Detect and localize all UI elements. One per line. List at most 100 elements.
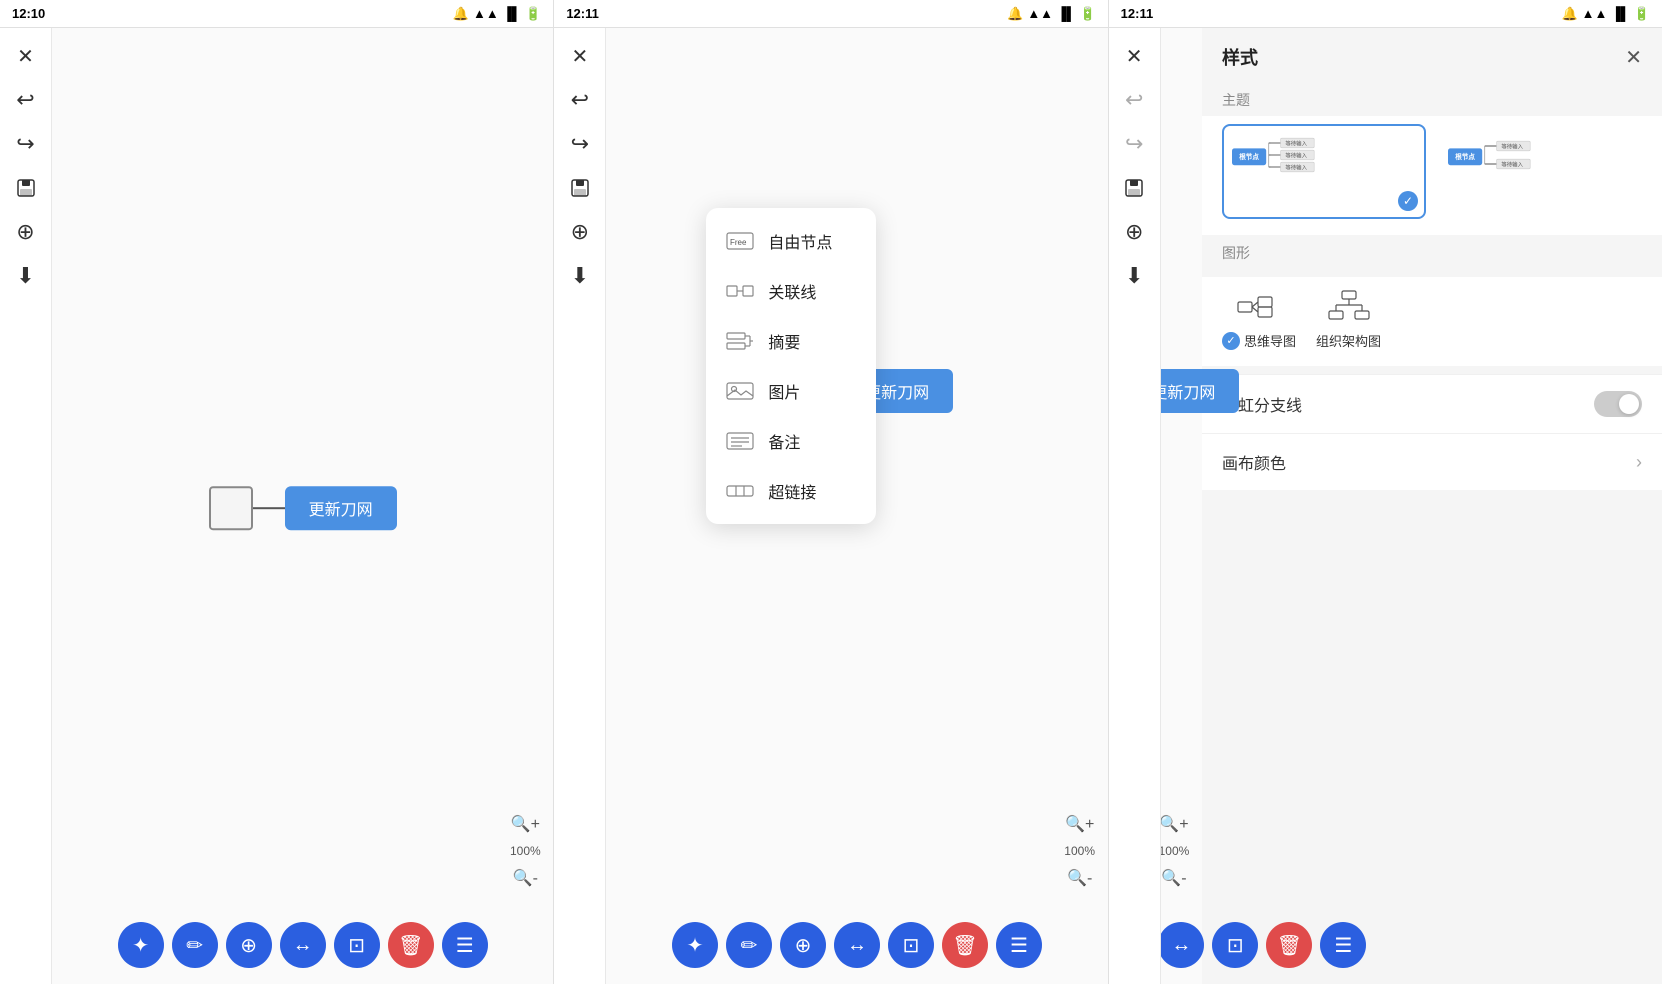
tool-btn-add-1[interactable]: ⊕ [226,922,272,968]
toggle-knob [1619,394,1639,414]
tool-btn-menu-3[interactable]: ☰ [1320,922,1366,968]
canvas-color-arrow-icon: › [1636,452,1642,473]
wifi-icon-2: ▲▲ [1027,6,1053,21]
note-label: 备注 [768,429,800,453]
zoom-pct-3: 100% [1159,844,1190,858]
signal-icon-3: ▐▌ [1611,6,1629,21]
style-panel-title: 样式 [1222,44,1258,70]
canvas-2[interactable]: 更新刀网 Free 自由节点 关联线 [606,28,1107,984]
redo-button-1[interactable]: ↪ [6,124,46,164]
link-icon [726,281,754,301]
mindmap-check: ✓ [1222,332,1240,350]
node-square-1[interactable] [209,486,253,530]
undo-button-1[interactable]: ↩ [6,80,46,120]
theme-row: 根节点 等待输入 等待输入 [1202,116,1662,235]
theme-check-1: ✓ [1398,191,1418,211]
wifi-icon-3: ▲▲ [1582,6,1608,21]
svg-text:等待输入: 等待输入 [1501,142,1523,150]
tool-btn-menu-1[interactable]: ☰ [442,922,488,968]
style-panel-close-button[interactable]: ✕ [1625,45,1642,70]
tool-btn-delete-2[interactable]: 🗑 [942,922,988,968]
status-bars: 12:10 🔔 ▲▲ ▐▌ 🔋 12:11 🔔 ▲▲ ▐▌ 🔋 12:11 🔔 … [0,0,1662,28]
tool-btn-edit-1[interactable]: ✏ [172,922,218,968]
save-button-3[interactable] [1114,168,1154,208]
tool-btn-select-1[interactable]: ⊡ [334,922,380,968]
tool-btn-delete-1[interactable]: 🗑 [388,922,434,968]
shape-option-org[interactable]: 组织架构图 [1316,289,1381,350]
zoom-in-3[interactable]: 🔍+ [1158,808,1190,840]
connector-line-1 [253,507,285,509]
download-button-1[interactable]: ⬇ [6,256,46,296]
bottom-toolbar-2: ✦ ✏ ⊕ ↔ ⊡ 🗑 ☰ [672,922,1042,968]
shape-section: ✓ 思维导图 [1202,277,1662,366]
notification-icon-2: 🔔 [1007,6,1023,22]
add-button-1[interactable]: ⊕ [6,212,46,252]
status-bar-2: 12:11 🔔 ▲▲ ▐▌ 🔋 [554,0,1107,28]
download-button-2[interactable]: ⬇ [560,256,600,296]
menu-item-hyperlink[interactable]: 超链接 [706,466,876,516]
note-icon [726,431,754,451]
menu-item-link[interactable]: 关联线 [706,266,876,316]
canvas-3[interactable]: 更新刀网 🔍+ 100% 🔍- ✦ ✏ ⊕ ↔ ⊡ 🗑 ☰ [1161,28,1202,984]
theme-card-1[interactable]: 根节点 等待输入 等待输入 [1222,124,1426,219]
menu-item-image[interactable]: 图片 [706,366,876,416]
menu-item-free-node[interactable]: Free 自由节点 [706,216,876,266]
redo-button-3[interactable]: ↪ [1114,124,1154,164]
style-panel: 样式 ✕ 主题 根节点 [1202,28,1662,984]
rainbow-toggle[interactable] [1594,391,1642,417]
zoom-out-2[interactable]: 🔍- [1064,862,1096,894]
close-button-1[interactable]: ✕ [6,36,46,76]
canvas-color-row[interactable]: 画布颜色 › [1202,433,1662,490]
zoom-controls-3: 🔍+ 100% 🔍- [1158,808,1190,894]
tool-btn-add-2[interactable]: ⊕ [780,922,826,968]
signal-icon-2: ▐▌ [1057,6,1075,21]
undo-button-3[interactable]: ↩ [1114,80,1154,120]
tool-btn-select-3[interactable]: ⊡ [1212,922,1258,968]
tool-btn-magic-2[interactable]: ✦ [672,922,718,968]
style-panel-header: 样式 ✕ [1202,28,1662,82]
root-node-1[interactable]: 更新刀网 [285,486,397,530]
zoom-in-1[interactable]: 🔍+ [509,808,541,840]
zoom-pct-2: 100% [1064,844,1095,858]
shape-row: ✓ 思维导图 [1202,277,1662,366]
zoom-out-3[interactable]: 🔍- [1158,862,1190,894]
add-button-2[interactable]: ⊕ [560,212,600,252]
tool-btn-move-1[interactable]: ↔ [280,922,326,968]
notification-icon-3: 🔔 [1561,6,1577,22]
tool-btn-move-2[interactable]: ↔ [834,922,880,968]
image-label: 图片 [768,379,800,403]
image-icon [726,381,754,401]
close-button-2[interactable]: ✕ [560,36,600,76]
hyperlink-label: 超链接 [768,479,816,503]
canvas-1[interactable]: 更新刀网 🔍+ 100% 🔍- ✦ ✏ ⊕ ↔ ⊡ 🗑 ☰ [52,28,553,984]
close-button-3[interactable]: ✕ [1114,36,1154,76]
toolbar-3: ✕ ↩ ↪ ⊕ ⬇ [1109,28,1161,984]
undo-button-2[interactable]: ↩ [560,80,600,120]
tool-btn-delete-3[interactable]: 🗑 [1266,922,1312,968]
save-button-2[interactable] [560,168,600,208]
theme-preview-1: 根节点 等待输入 等待输入 [1232,134,1420,179]
menu-item-summary[interactable]: 摘要 [706,316,876,366]
zoom-controls-1: 🔍+ 100% 🔍- [509,808,541,894]
status-bar-3: 12:11 🔔 ▲▲ ▐▌ 🔋 [1109,0,1662,28]
zoom-in-2[interactable]: 🔍+ [1064,808,1096,840]
tool-btn-select-2[interactable]: ⊡ [888,922,934,968]
tool-btn-edit-2[interactable]: ✏ [726,922,772,968]
redo-button-2[interactable]: ↪ [560,124,600,164]
add-button-3[interactable]: ⊕ [1114,212,1154,252]
shape-option-mindmap[interactable]: ✓ 思维导图 [1222,289,1296,350]
theme-card-2[interactable]: 根节点 等待输入 等待输入 [1438,124,1642,219]
panel-1: ✕ ↩ ↪ ⊕ ⬇ 更新刀网 🔍+ 100% 🔍- [0,28,554,984]
status-bar-1: 12:10 🔔 ▲▲ ▐▌ 🔋 [0,0,553,28]
zoom-controls-2: 🔍+ 100% 🔍- [1064,808,1096,894]
toolbar-1: ✕ ↩ ↪ ⊕ ⬇ [0,28,52,984]
save-button-1[interactable] [6,168,46,208]
tool-btn-move-3[interactable]: ↔ [1158,922,1204,968]
mindmap-shape-icon [1236,289,1282,325]
zoom-out-1[interactable]: 🔍- [509,862,541,894]
tool-btn-menu-2[interactable]: ☰ [996,922,1042,968]
tool-btn-magic-1[interactable]: ✦ [118,922,164,968]
download-button-3[interactable]: ⬇ [1114,256,1154,296]
time-1: 12:10 [12,6,45,21]
menu-item-note[interactable]: 备注 [706,416,876,466]
